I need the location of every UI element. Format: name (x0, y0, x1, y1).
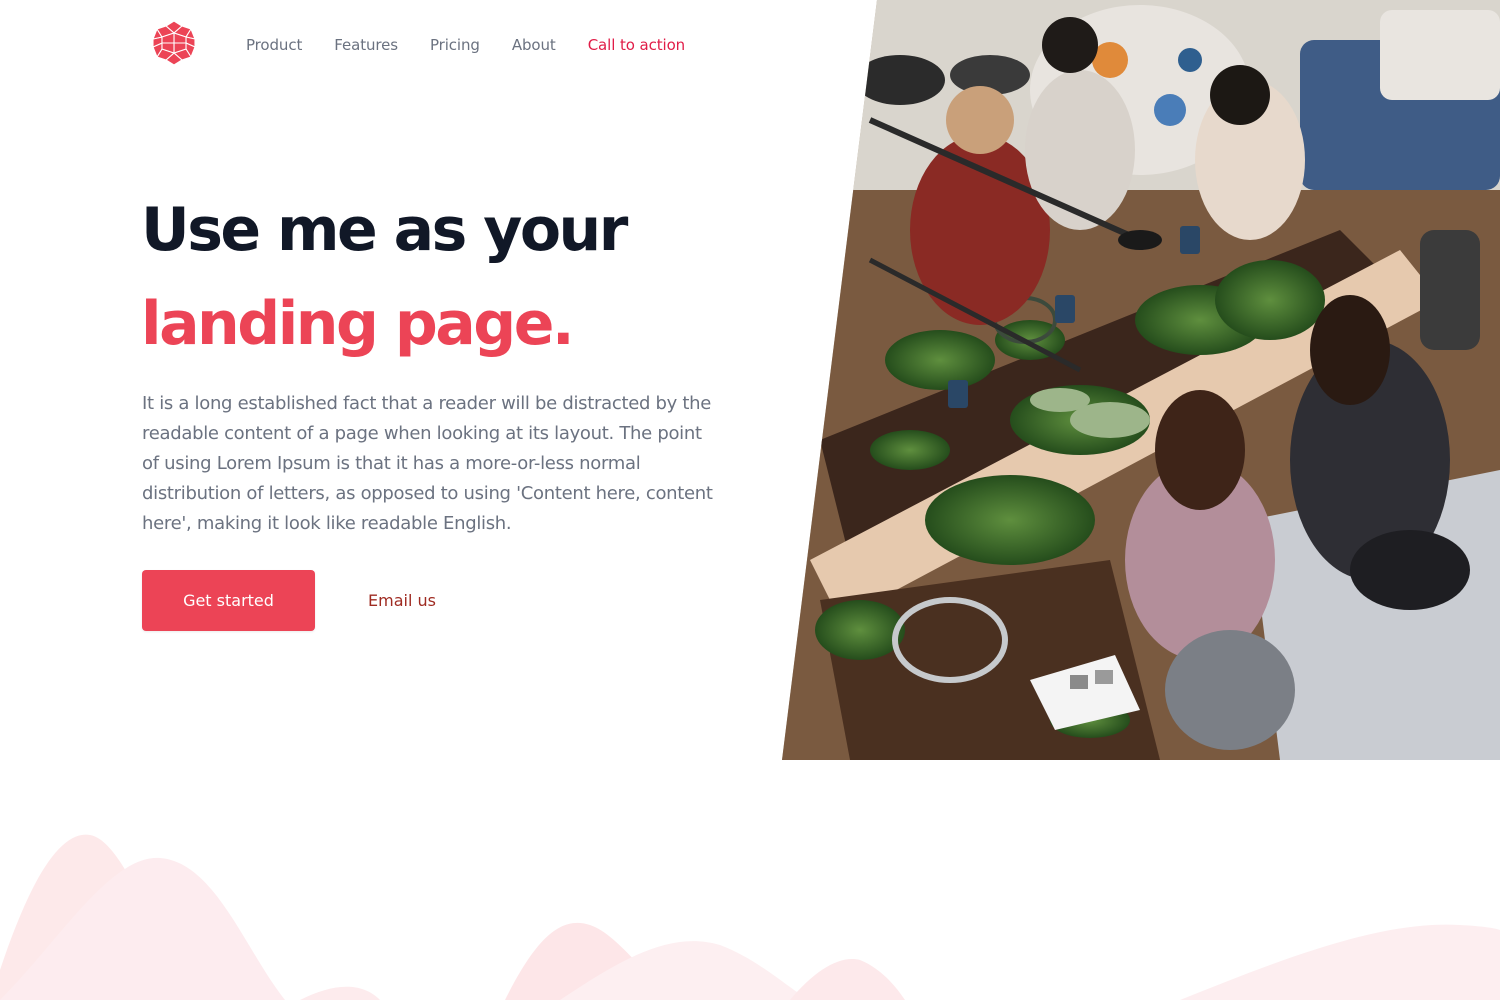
workshop-photo-image (782, 0, 1500, 760)
nav-item-about[interactable]: About (512, 36, 556, 54)
get-started-button[interactable]: Get started (142, 570, 315, 631)
geometric-flower-logo-icon[interactable] (151, 20, 197, 66)
headline-line-2: landing page. (141, 289, 575, 359)
nav-item-product[interactable]: Product (246, 36, 302, 54)
nav-item-features[interactable]: Features (334, 36, 398, 54)
hero-headline: Use me as your landing page. (141, 190, 801, 364)
decorative-waves (0, 834, 1500, 1000)
hero-paragraph: It is a long established fact that a rea… (142, 393, 713, 534)
email-us-link[interactable]: Email us (352, 570, 452, 631)
nav-item-call-to-action[interactable]: Call to action (588, 36, 685, 54)
main-nav: Product Features Pricing About Call to a… (246, 33, 685, 57)
nav-item-pricing[interactable]: Pricing (430, 36, 480, 54)
headline-line-1: Use me as your (141, 195, 628, 265)
landing-page: Product Features Pricing About Call to a… (0, 0, 1500, 1000)
